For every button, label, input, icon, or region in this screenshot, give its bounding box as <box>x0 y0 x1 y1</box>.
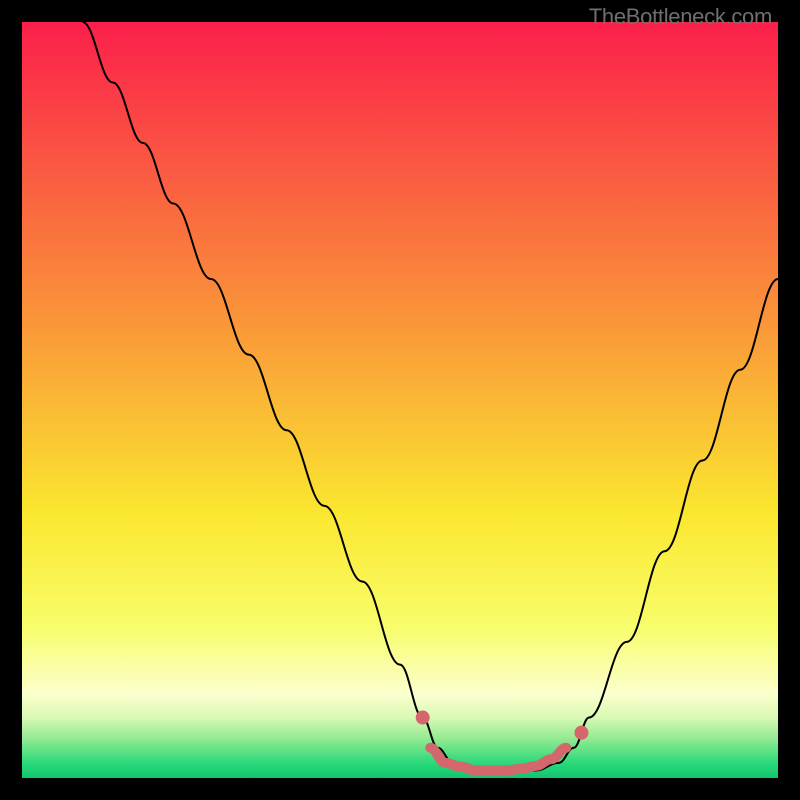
pink-marker-left <box>416 711 430 725</box>
bottleneck-chart <box>22 22 778 778</box>
chart-frame <box>22 22 778 778</box>
pink-marker-right <box>574 726 588 740</box>
attribution-text: TheBottleneck.com <box>589 4 772 30</box>
